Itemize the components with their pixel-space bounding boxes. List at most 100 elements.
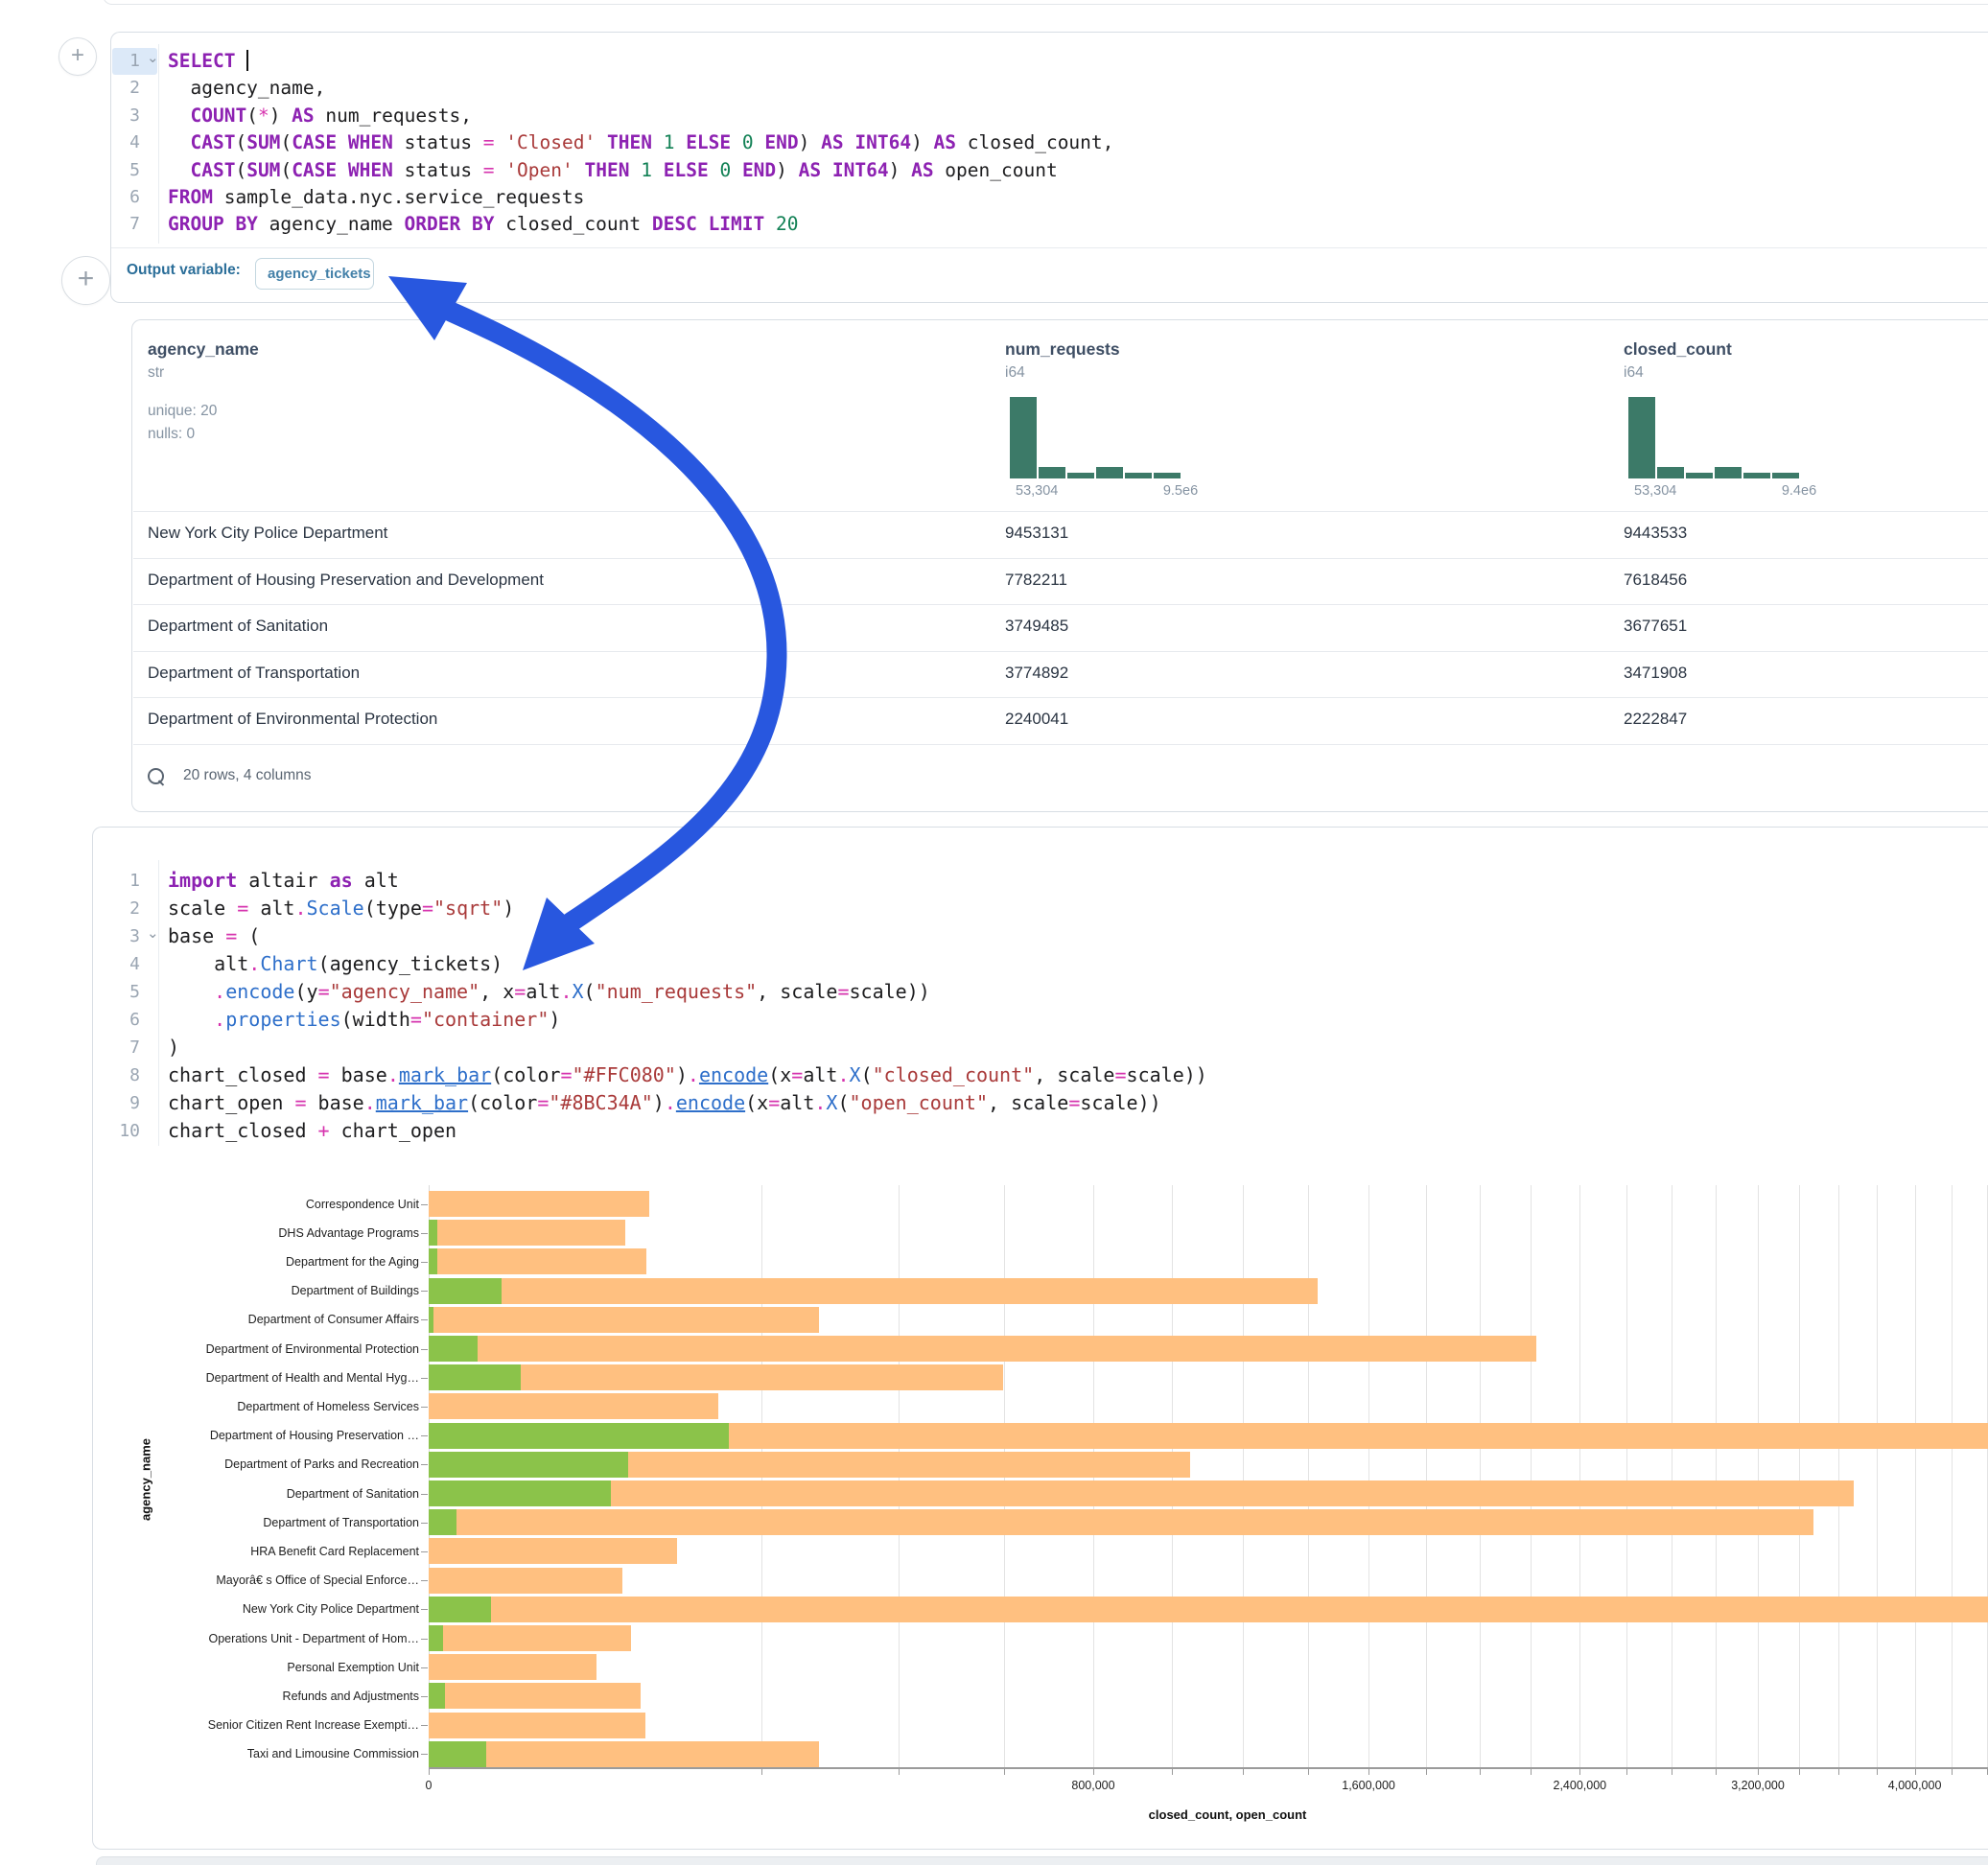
table-cell: Department of Environmental Protection [148, 710, 437, 729]
table-row[interactable]: Department of Environmental Protection 22… [132, 697, 1988, 744]
code-token: ( [235, 159, 246, 181]
code-token: 1 [664, 131, 675, 153]
code-token: mark_bar [399, 1063, 491, 1086]
code-token [821, 159, 832, 181]
code-token: = [483, 159, 495, 181]
code-line[interactable]: .properties(width="container") [168, 1006, 560, 1034]
line-number: 10 [95, 1117, 140, 1145]
code-token: = [483, 131, 495, 153]
code-token: . [364, 1091, 376, 1114]
table-cell: 2240041 [1005, 710, 1068, 729]
code-token: status [393, 159, 483, 181]
table-cell: 3471908 [1624, 664, 1687, 683]
code-line[interactable]: chart_closed + chart_open [168, 1117, 456, 1145]
code-token: ) [653, 1091, 665, 1114]
code-line[interactable]: COUNT(*) AS num_requests, [168, 103, 472, 129]
code-line[interactable]: SELECT [168, 48, 248, 75]
sql-editor[interactable]: 1⌄SELECT 2 agency_name,3 COUNT(*) AS num… [111, 33, 1988, 247]
code-token: INT64 [832, 159, 889, 181]
code-token: SUM [246, 131, 280, 153]
code-line[interactable]: import altair as alt [168, 867, 399, 895]
code-token: encode [676, 1091, 745, 1114]
code-token: DESC [652, 213, 697, 235]
code-line[interactable]: CAST(SUM(CASE WHEN status = 'Closed' THE… [168, 129, 1113, 156]
code-token: alt [803, 1063, 837, 1086]
code-token: base [307, 1091, 364, 1114]
code-line[interactable]: scale = alt.Scale(type="sqrt") [168, 895, 514, 922]
column-stat: unique: 20 [148, 403, 217, 420]
table-cell: 2222847 [1624, 710, 1687, 729]
code-token: AS [292, 105, 314, 127]
code-line[interactable]: agency_name, [168, 75, 325, 102]
table-cell: 9453131 [1005, 524, 1068, 543]
code-line[interactable]: FROM sample_data.nyc.service_requests [168, 184, 584, 211]
code-token: scale [168, 897, 237, 920]
code-line[interactable]: .encode(y="agency_name", x=alt.X("num_re… [168, 978, 930, 1006]
code-token: alt [248, 897, 294, 920]
code-token: = [791, 1063, 803, 1086]
cell-divider [111, 247, 1987, 248]
code-token: = [294, 1091, 306, 1114]
table-cell: 9443533 [1624, 524, 1687, 543]
table-cell: 7782211 [1005, 571, 1067, 590]
fold-caret-icon[interactable]: ⌄ [147, 920, 159, 947]
code-token: alt [780, 1091, 814, 1114]
table-cell: 3677651 [1624, 617, 1687, 636]
code-token: scale)) [1080, 1091, 1160, 1114]
line-number: 1 [113, 48, 140, 75]
code-line[interactable]: chart_open = base.mark_bar(color="#8BC34… [168, 1089, 1161, 1117]
python-editor[interactable]: 1import altair as alt2scale = alt.Scale(… [93, 828, 1988, 1154]
code-line[interactable]: base = ( [168, 922, 260, 950]
code-token: ( [280, 159, 292, 181]
search-icon[interactable] [148, 768, 164, 784]
code-token: AS [799, 159, 821, 181]
histogram-min-label: 53,304 [1016, 483, 1058, 499]
output-variable-pill[interactable]: agency_tickets [255, 258, 374, 290]
code-line[interactable]: chart_closed = base.mark_bar(color="#FFC… [168, 1061, 1207, 1089]
code-token: X [850, 1063, 861, 1086]
code-token: , scale [1034, 1063, 1114, 1086]
code-token: base [330, 1063, 387, 1086]
column-name: num_requests [1005, 339, 1120, 360]
table-row[interactable]: Department of Transportation377489234719… [132, 651, 1988, 698]
code-token: "#FFC080" [572, 1063, 675, 1086]
text-cursor [246, 50, 248, 71]
code-token [495, 159, 506, 181]
code-token: THEN [585, 159, 630, 181]
code-token: 1 [641, 159, 652, 181]
code-token [709, 159, 720, 181]
code-token: (x [768, 1063, 791, 1086]
code-token: Chart [260, 952, 317, 975]
code-token: ) [549, 1008, 560, 1031]
line-number: 4 [95, 950, 140, 978]
code-token: "open_count" [850, 1091, 989, 1114]
results-table: agency_namestrunique: 20nulls: 0num_requ… [131, 319, 1988, 812]
code-line[interactable]: GROUP BY agency_name ORDER BY closed_cou… [168, 211, 799, 238]
table-row[interactable]: Department of Sanitation37494853677651 [132, 604, 1988, 651]
code-token: 20 [776, 213, 798, 235]
fold-caret-icon[interactable]: ⌄ [147, 45, 159, 72]
code-token: closed_count, [956, 131, 1113, 153]
line-number: 5 [113, 157, 140, 184]
code-token: agency_name, [168, 77, 325, 99]
code-token: ELSE [686, 131, 731, 153]
code-token: (width [341, 1008, 410, 1031]
code-token: encode [699, 1063, 768, 1086]
code-token: alt [526, 980, 560, 1003]
add-cell-button-output[interactable]: + [61, 256, 110, 305]
table-row[interactable]: Department of Housing Preservation and D… [132, 558, 1988, 605]
code-token: ( [246, 105, 258, 127]
column-type: str [148, 364, 164, 382]
code-line[interactable]: CAST(SUM(CASE WHEN status = 'Open' THEN … [168, 157, 1058, 184]
code-token: scale)) [850, 980, 930, 1003]
code-token: "agency_name" [330, 980, 480, 1003]
add-cell-button-top[interactable]: + [58, 37, 97, 76]
code-token: = [837, 980, 849, 1003]
code-line[interactable]: alt.Chart(agency_tickets) [168, 950, 503, 978]
code-token: THEN [607, 131, 652, 153]
table-row[interactable]: New York City Police Department945313194… [132, 511, 1988, 558]
code-line[interactable]: ) [168, 1034, 179, 1061]
row-separator [133, 744, 1988, 745]
histogram-max-label: 9.5e6 [1142, 483, 1219, 499]
code-token: 0 [719, 159, 731, 181]
